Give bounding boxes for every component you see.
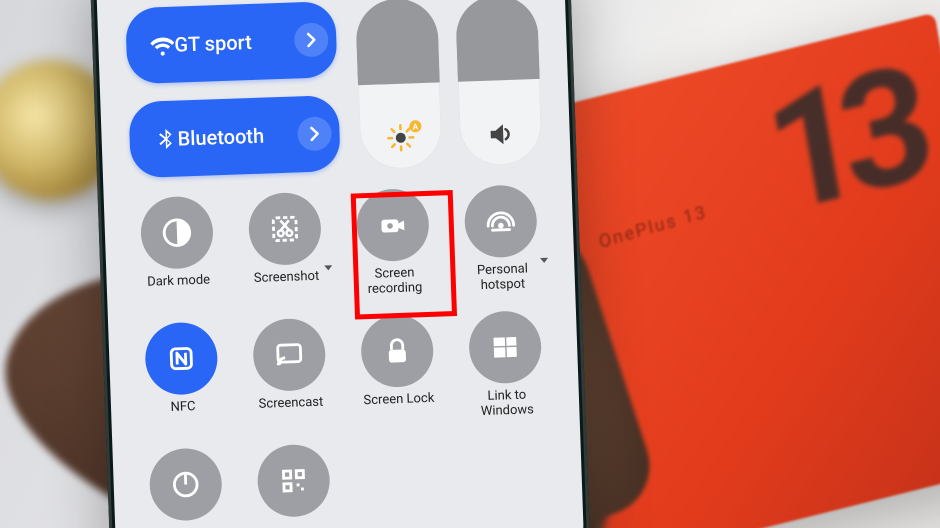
tile-screencast[interactable]: Screencast <box>244 317 336 428</box>
bluetooth-expand-button[interactable] <box>297 116 332 151</box>
sliders: A <box>355 0 543 170</box>
tiles-grid: Dark mode Screenshot Screen recording Pe… <box>132 184 556 528</box>
cast-icon <box>272 337 307 372</box>
wifi-pill[interactable]: GT sport <box>125 1 338 84</box>
tile-label: Dark mode <box>147 274 211 306</box>
top-row: GT sport Bluetooth <box>125 0 543 178</box>
tile-personal-hotspot[interactable]: Personal hotspot <box>456 184 548 295</box>
nfc-icon <box>164 341 199 376</box>
tile-screenshot[interactable]: Screenshot <box>240 191 332 302</box>
tile-label: NFC <box>170 400 196 431</box>
tile-label <box>295 523 296 528</box>
volume-slider[interactable] <box>455 0 543 167</box>
bluetooth-icon <box>153 127 178 152</box>
power-icon <box>168 467 203 502</box>
chevron-right-icon <box>299 27 324 52</box>
windows-icon <box>488 330 523 365</box>
speaker-icon <box>485 119 516 150</box>
bluetooth-pill[interactable]: Bluetooth <box>128 95 341 178</box>
scissors-icon <box>267 211 302 246</box>
tile-label: Personal hotspot <box>477 262 529 294</box>
tile-link-to-windows[interactable]: Link to Windows <box>460 310 552 421</box>
half-circle-icon <box>159 215 194 250</box>
box-brand: OnePlus 13 <box>597 201 709 252</box>
auto-brightness-badge: A <box>409 120 421 132</box>
volume-track <box>455 0 540 82</box>
wifi-icon <box>150 33 175 58</box>
volume-icon-wrap <box>485 119 516 154</box>
quick-settings-panel: GT sport Bluetooth <box>97 0 584 528</box>
video-icon <box>375 208 410 243</box>
phone-screen: Sat, 18 Jan 29.74 MB used this month GT … <box>95 0 585 528</box>
bluetooth-label: Bluetooth <box>177 122 298 150</box>
tile-label: Screenshot <box>254 270 320 302</box>
tile-label: Screencast <box>258 396 324 428</box>
tile-screen-recording[interactable]: Screen recording <box>348 188 440 299</box>
tile-dark-mode[interactable]: Dark mode <box>132 195 224 306</box>
hotspot-icon <box>483 204 518 239</box>
tile-screen-lock[interactable]: Screen Lock <box>352 314 444 425</box>
tile-extra-1[interactable] <box>141 447 233 528</box>
brightness-slider[interactable]: A <box>355 0 443 170</box>
expand-caret-icon <box>540 258 548 263</box>
scene: OnePlus 13 13 Sat, 18 Jan 29.74 MB used … <box>0 0 940 528</box>
expand-caret-icon <box>324 265 332 270</box>
box-number: 13 <box>754 32 930 252</box>
phone-frame: Sat, 18 Jan 29.74 MB used this month GT … <box>89 0 591 528</box>
lock-icon <box>380 333 415 368</box>
tile-extra-2[interactable] <box>248 443 340 528</box>
brightness-track <box>355 0 440 85</box>
tile-nfc[interactable]: NFC <box>136 321 228 432</box>
wifi-label: GT sport <box>174 28 295 56</box>
tile-label: Screen Lock <box>363 392 435 424</box>
tile-label: Link to Windows <box>480 388 534 420</box>
qr-icon <box>276 463 311 498</box>
tile-label: Screen recording <box>367 266 423 298</box>
wifi-expand-button[interactable] <box>294 22 329 57</box>
brightness-icon-wrap: A <box>385 122 416 157</box>
chevron-right-icon <box>302 121 327 146</box>
